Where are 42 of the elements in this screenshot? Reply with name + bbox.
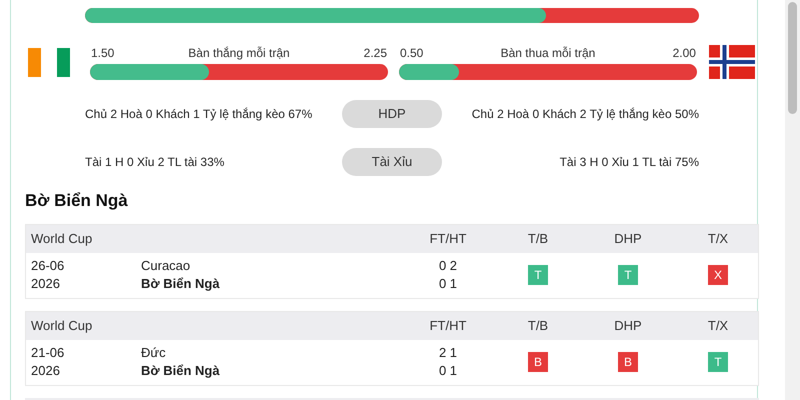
result-badge: X <box>708 265 728 285</box>
score: 2 1 <box>438 344 458 362</box>
column-header: T/X <box>706 230 730 248</box>
team-name: Đức <box>141 344 167 362</box>
result-badge: T <box>618 265 638 285</box>
stat-button[interactable]: HDP <box>342 100 442 128</box>
away-stats: Tài 3 H 0 Xỉu 1 TL tài 75% <box>558 154 699 171</box>
match-date: 21-06 <box>31 344 66 362</box>
stat-min: 0.50 <box>400 45 424 62</box>
team-name: Bờ Biển Ngà <box>141 275 221 293</box>
league-name: World Cup <box>31 316 94 335</box>
column-header: FT/HT <box>428 230 468 248</box>
column-header: T/X <box>706 316 730 335</box>
stat-label: Bàn thắng mỗi trận <box>188 45 290 62</box>
home-stats: Chủ 2 Hoà 0 Khách 1 Tỷ lệ thắng kèo 67% <box>85 106 314 123</box>
column-header: T/B <box>526 316 550 335</box>
column-header: DHP <box>613 316 643 335</box>
scrollbar-thumb[interactable] <box>788 2 797 114</box>
match-date: 26-06 <box>31 257 66 275</box>
team-name: Bờ Biển Ngà <box>141 362 221 380</box>
section-title: Bờ Biển Ngà <box>25 190 129 212</box>
score: 0 2 <box>438 257 458 275</box>
match-year: 2026 <box>31 275 61 293</box>
score: 0 1 <box>438 362 458 380</box>
stat-max: 2.00 <box>672 45 696 62</box>
league-name: World Cup <box>31 230 94 248</box>
result-badge: B <box>618 352 638 372</box>
home-stats: Tài 1 H 0 Xỉu 2 TL tài 33% <box>85 154 226 171</box>
score: 0 1 <box>438 275 458 293</box>
column-header: T/B <box>526 230 550 248</box>
team-name: Curacao <box>141 257 192 275</box>
stat-max: 2.25 <box>364 45 387 62</box>
match-year: 2026 <box>31 362 61 380</box>
result-badge: T <box>528 265 548 285</box>
stat-button[interactable]: Tài Xỉu <box>342 148 442 176</box>
away-stats: Chủ 2 Hoà 0 Khách 2 Tỷ lệ thắng kèo 50% <box>470 106 699 123</box>
column-header: FT/HT <box>428 316 468 335</box>
result-badge: T <box>708 352 728 372</box>
stat-min: 1.50 <box>91 45 114 62</box>
column-header: DHP <box>613 230 643 248</box>
result-badge: B <box>528 352 548 372</box>
stat-label: Bàn thua mỗi trận <box>500 45 596 62</box>
